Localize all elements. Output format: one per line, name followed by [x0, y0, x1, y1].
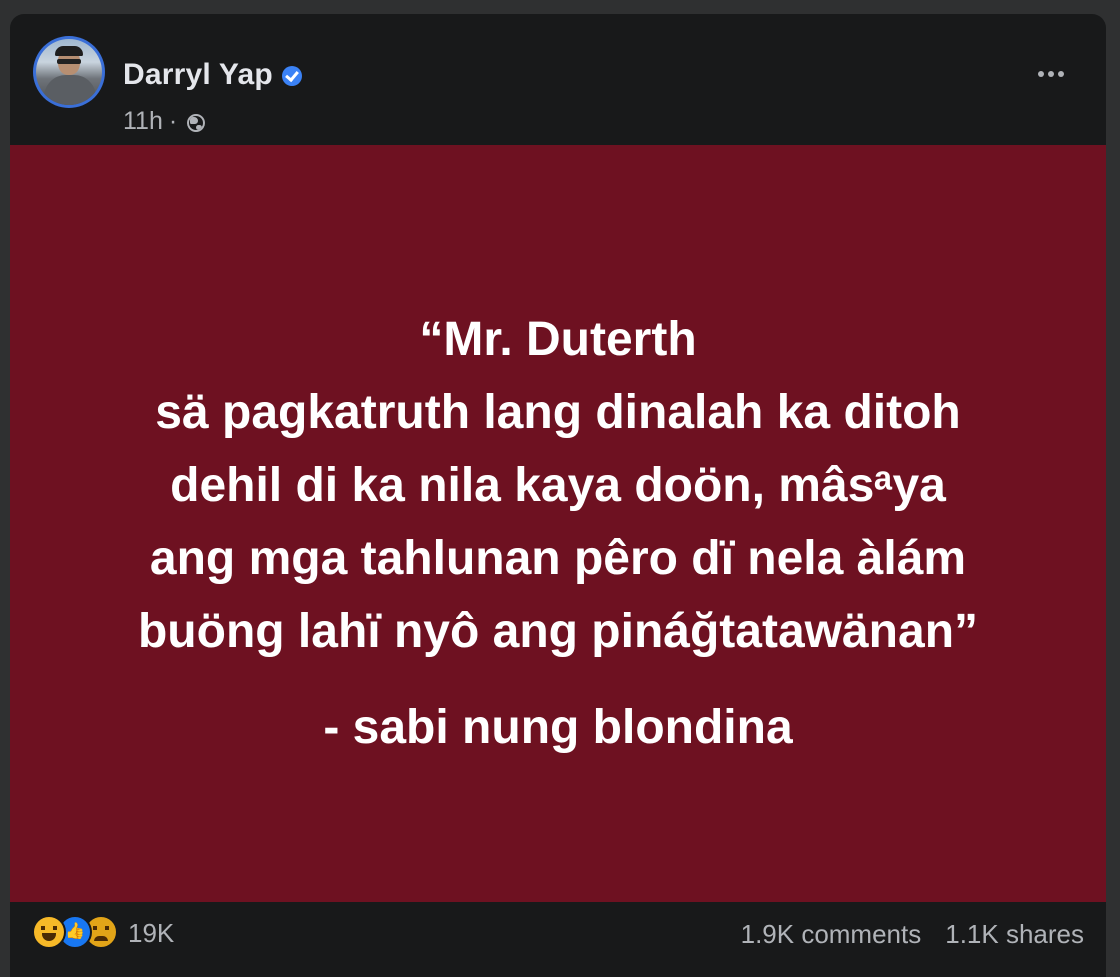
quote-line: sä pagkatruth lang dinalah ka ditoh: [155, 386, 961, 439]
reaction-count[interactable]: 19K: [128, 918, 174, 949]
avatar-glasses-shape: [57, 59, 81, 64]
globe-icon[interactable]: [187, 114, 206, 132]
shares-count-link[interactable]: 1.1K shares: [945, 919, 1084, 950]
sad-eyes: [93, 926, 109, 930]
reactions-summary[interactable]: 👍 19K: [32, 915, 174, 949]
quote-line: “Mr. Duterth: [419, 313, 697, 366]
quote-line: dehil di ka nila kaya doön, mâsᵃya: [170, 459, 946, 512]
haha-eyes: [41, 926, 57, 930]
haha-mouth: [42, 933, 56, 941]
sad-mouth: [94, 936, 108, 941]
more-dot: [1038, 71, 1044, 77]
verified-badge-icon: [281, 66, 302, 86]
author-name[interactable]: Darryl Yap: [123, 58, 273, 92]
post-card: Darryl Yap 11h · “Mr. Duterth sä pagkatr…: [10, 14, 1106, 977]
post-timestamp[interactable]: 11h: [123, 107, 163, 136]
comments-count-link[interactable]: 1.9K comments: [741, 919, 922, 950]
engagement-bar: 👍 19K 1.9K comments 1.1K shares: [10, 902, 1106, 977]
page-background: Darryl Yap 11h · “Mr. Duterth sä pagkatr…: [0, 0, 1120, 977]
more-dot: [1048, 71, 1054, 77]
more-dot: [1058, 71, 1064, 77]
haha-reaction-icon: [32, 915, 66, 949]
author-row: Darryl Yap: [123, 58, 302, 92]
quote-image[interactable]: “Mr. Duterth sä pagkatruth lang dinalah …: [10, 145, 1106, 902]
avatar-body-shape: [44, 75, 96, 105]
avatar-cap-shape: [55, 46, 83, 56]
quote-line: ang mga tahlunan pêro dï nela àlám: [149, 532, 967, 585]
engagement-stats: 1.9K comments 1.1K shares: [741, 919, 1084, 950]
meta-separator: ·: [168, 107, 178, 135]
avatar-photo: [36, 39, 102, 105]
quote-text: “Mr. Duterth sä pagkatruth lang dinalah …: [10, 303, 1106, 668]
post-meta: 11h ·: [123, 107, 206, 136]
quote-attribution: - sabi nung blondina: [323, 701, 793, 754]
more-options-icon[interactable]: [1034, 67, 1068, 81]
quote-line: buöng lahï nyô ang pináğtatawänan”: [137, 605, 979, 658]
author-avatar[interactable]: [33, 36, 105, 108]
